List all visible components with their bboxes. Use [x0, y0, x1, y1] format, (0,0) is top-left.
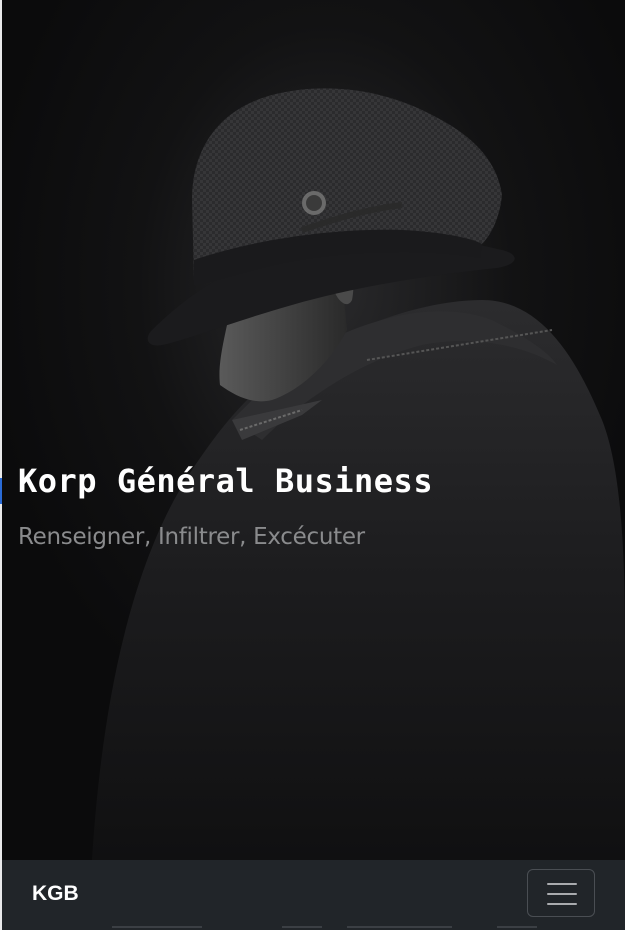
navbar-brand[interactable]: KGB	[32, 882, 79, 906]
bottom-navbar: KGB	[2, 860, 625, 930]
hamburger-menu-icon-bar	[547, 903, 577, 905]
hamburger-menu-icon-bar	[547, 893, 577, 895]
page: Korp Général Business Renseigner, Infilt…	[0, 0, 625, 930]
hero-image	[2, 0, 625, 860]
hero-subtitle: Renseigner, Infiltrer, Excécuter	[18, 524, 365, 550]
hamburger-menu-icon	[547, 883, 577, 885]
hero-title: Korp Général Business	[18, 462, 434, 500]
hero-section: Korp Général Business Renseigner, Infilt…	[2, 0, 625, 860]
navbar-toggler-button[interactable]	[527, 869, 595, 917]
content-below-fold	[2, 926, 625, 930]
